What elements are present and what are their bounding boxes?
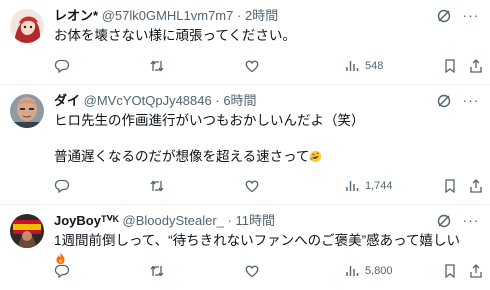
display-name[interactable]: ダイ (54, 93, 80, 108)
reply-button[interactable] (54, 177, 70, 195)
reply-icon (54, 179, 70, 194)
repost-button[interactable] (149, 177, 165, 195)
timestamp[interactable]: 2時間 (245, 8, 278, 23)
share-icon (470, 59, 482, 73)
grok-icon[interactable] (436, 93, 452, 109)
reply-header: JoyBoyᵀⱽᴷ @BloodyStealer_ · 11時間 (54, 213, 430, 229)
reply-text: ヒロ先生の作画進行がいつもおかしいんだよ（笑） 普通遅くなるのだが想像を超える速… (54, 112, 470, 166)
like-icon (245, 180, 259, 193)
reply-header: ダイ @MVcYOtQpJy48846 · 6時間 (54, 93, 430, 109)
repost-icon (150, 180, 164, 192)
share-button[interactable] (468, 177, 484, 195)
reply-button[interactable] (54, 57, 70, 75)
like-icon (245, 60, 259, 73)
rofl-emoji-icon (310, 150, 322, 163)
views-icon (346, 61, 359, 71)
repost-button[interactable] (149, 57, 165, 75)
like-button[interactable] (244, 177, 260, 195)
separator: · (227, 213, 232, 228)
views-count: 5,800 (365, 265, 393, 277)
reply-icon (54, 59, 70, 74)
share-icon (470, 264, 482, 278)
views-button[interactable]: 5,800 (344, 262, 393, 280)
action-bar: 548 (54, 57, 482, 75)
views-count: 1,744 (365, 180, 393, 192)
share-button[interactable] (468, 57, 484, 75)
reply-item[interactable]: レオン* @57lk0GMHL1vm7m7 · 2時間 ··· お体を壊さない様… (0, 0, 490, 85)
bookmark-button[interactable] (442, 57, 458, 75)
more-icon[interactable]: ··· (462, 211, 480, 229)
more-icon[interactable]: ··· (462, 6, 480, 24)
bookmark-icon (445, 59, 455, 74)
user-handle[interactable]: @BloodyStealer_ (123, 213, 224, 228)
views-button[interactable]: 548 (344, 57, 383, 75)
reply-item[interactable]: JoyBoyᵀⱽᴷ @BloodyStealer_ · 11時間 ··· 1週間… (0, 205, 490, 290)
avatar[interactable] (10, 94, 44, 128)
bookmark-button[interactable] (442, 177, 458, 195)
display-name[interactable]: JoyBoyᵀⱽᴷ (54, 213, 119, 228)
user-handle[interactable]: @57lk0GMHL1vm7m7 (102, 8, 234, 23)
user-handle[interactable]: @MVcYOtQpJy48846 (84, 93, 212, 108)
views-icon (346, 181, 359, 191)
grok-icon[interactable] (436, 8, 452, 24)
bookmark-icon (445, 264, 455, 279)
avatar[interactable] (10, 214, 44, 248)
action-bar: 5,800 (54, 262, 482, 280)
more-icon[interactable]: ··· (462, 91, 480, 109)
reply-header: レオン* @57lk0GMHL1vm7m7 · 2時間 (54, 8, 430, 24)
like-button[interactable] (244, 57, 260, 75)
repost-icon (150, 60, 164, 72)
views-icon (346, 266, 359, 276)
action-bar: 1,744 (54, 177, 482, 195)
timestamp[interactable]: 6時間 (223, 93, 256, 108)
display-name[interactable]: レオン* (54, 8, 98, 23)
bookmark-icon (445, 179, 455, 194)
timestamp[interactable]: 11時間 (236, 213, 276, 228)
reply-text: お体を壊さない様に頑張ってください。 (54, 27, 470, 45)
like-icon (245, 265, 259, 278)
share-icon (470, 179, 482, 193)
views-count: 548 (365, 60, 384, 72)
like-button[interactable] (244, 262, 260, 280)
reply-button[interactable] (54, 262, 70, 280)
separator: · (215, 93, 220, 108)
repost-icon (150, 265, 164, 277)
reply-text-content: 1週間前倒しって、“待ちきれないファンへのご褒美”感あって嬉しい (54, 233, 460, 248)
share-button[interactable] (468, 262, 484, 280)
views-button[interactable]: 1,744 (344, 177, 393, 195)
repost-button[interactable] (149, 262, 165, 280)
separator: · (237, 8, 242, 23)
reply-icon (54, 264, 70, 279)
avatar[interactable] (10, 9, 44, 43)
grok-icon[interactable] (436, 213, 452, 229)
bookmark-button[interactable] (442, 262, 458, 280)
reply-item[interactable]: ダイ @MVcYOtQpJy48846 · 6時間 ··· ヒロ先生の作画進行が… (0, 85, 490, 205)
reply-text-content: お体を壊さない様に頑張ってください。 (54, 28, 296, 43)
